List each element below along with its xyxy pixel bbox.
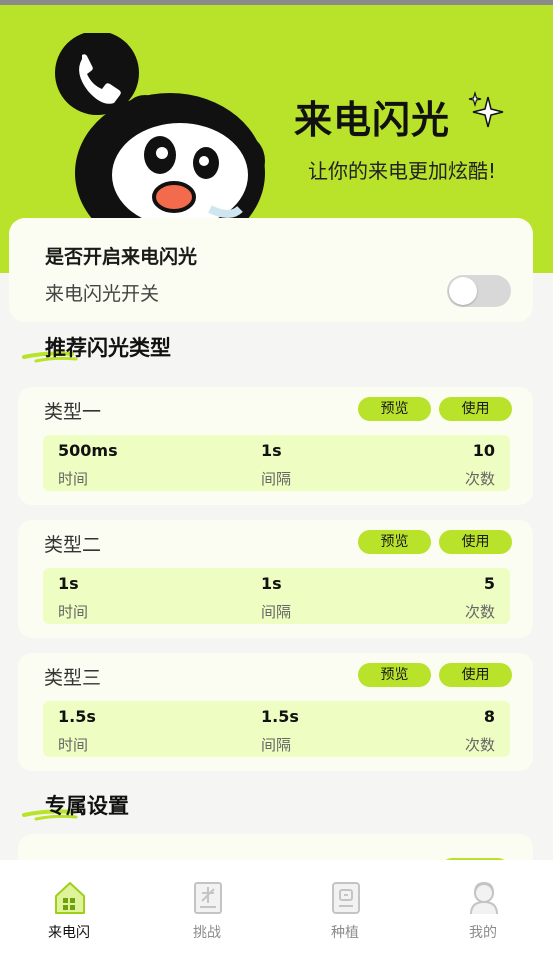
plant-icon [332,882,360,914]
challenge-icon [194,882,222,914]
count-label: 次数 [464,470,495,488]
interval-value: 1s [261,441,282,460]
hero-title: 来电闪光 [294,98,451,142]
flash-type-card: 类型一 预览 使用 500ms 时间 1s 间隔 10 次数 [18,387,533,505]
flash-stats: 1.5s 时间 1.5s 间隔 8 次数 [43,701,510,757]
use-button[interactable]: 使用 [439,397,512,421]
count-value: 10 [472,441,495,460]
interval-label: 间隔 [261,470,292,488]
tab-label: 挑战 [193,925,221,941]
preview-button[interactable]: 预览 [358,663,431,687]
switch-card-title: 是否开启来电闪光 [45,246,198,268]
count-label: 次数 [464,736,495,754]
tab-label: 我的 [469,925,497,941]
duration-value: 1.5s [58,707,96,726]
duration-label: 时间 [58,736,89,754]
tab-plant[interactable]: 种植 [285,860,405,959]
use-button[interactable]: 使用 [439,530,512,554]
flash-type-card: 类型三 预览 使用 1.5s 时间 1.5s 间隔 8 次数 [18,653,533,771]
section-title-recommended: 推荐闪光类型 [45,336,171,360]
sparkle-icon [468,91,504,128]
tab-home[interactable]: 来电闪 [9,860,129,959]
switch-label: 来电闪光开关 [45,283,160,305]
preview-button[interactable]: 预览 [358,397,431,421]
count-label: 次数 [464,603,495,621]
flash-toggle[interactable] [447,275,511,307]
type-name: 类型二 [44,534,102,556]
panda-phone-mascot [55,33,265,225]
flash-type-card: 类型二 预览 使用 1s 时间 1s 间隔 5 次数 [18,520,533,638]
interval-label: 间隔 [261,736,292,754]
type-name: 类型三 [44,667,102,689]
home-icon [55,882,85,914]
duration-value: 1s [58,574,79,593]
interval-value: 1s [261,574,282,593]
tab-label: 来电闪 [48,925,90,941]
section-title-exclusive: 专属设置 [45,794,129,818]
use-button[interactable]: 使用 [439,663,512,687]
duration-label: 时间 [58,470,89,488]
interval-value: 1.5s [261,707,299,726]
tab-challenge[interactable]: 挑战 [147,860,267,959]
count-value: 8 [483,707,495,726]
duration-label: 时间 [58,603,89,621]
duration-value: 500ms [58,441,118,460]
flash-switch-card: 是否开启来电闪光 来电闪光开关 [9,218,533,322]
flash-stats: 500ms 时间 1s 间隔 10 次数 [43,435,510,491]
hero-subtitle: 让你的来电更加炫酷! [308,159,497,183]
bottom-tab-bar: 来电闪 挑战 种植 我的 [0,860,553,959]
profile-icon [470,881,498,915]
tab-label: 种植 [331,925,359,941]
count-value: 5 [483,574,495,593]
type-name: 类型一 [44,401,102,423]
preview-button[interactable]: 预览 [358,530,431,554]
flash-stats: 1s 时间 1s 间隔 5 次数 [43,568,510,624]
interval-label: 间隔 [261,603,292,621]
tab-profile[interactable]: 我的 [423,860,543,959]
toggle-knob [449,277,477,305]
